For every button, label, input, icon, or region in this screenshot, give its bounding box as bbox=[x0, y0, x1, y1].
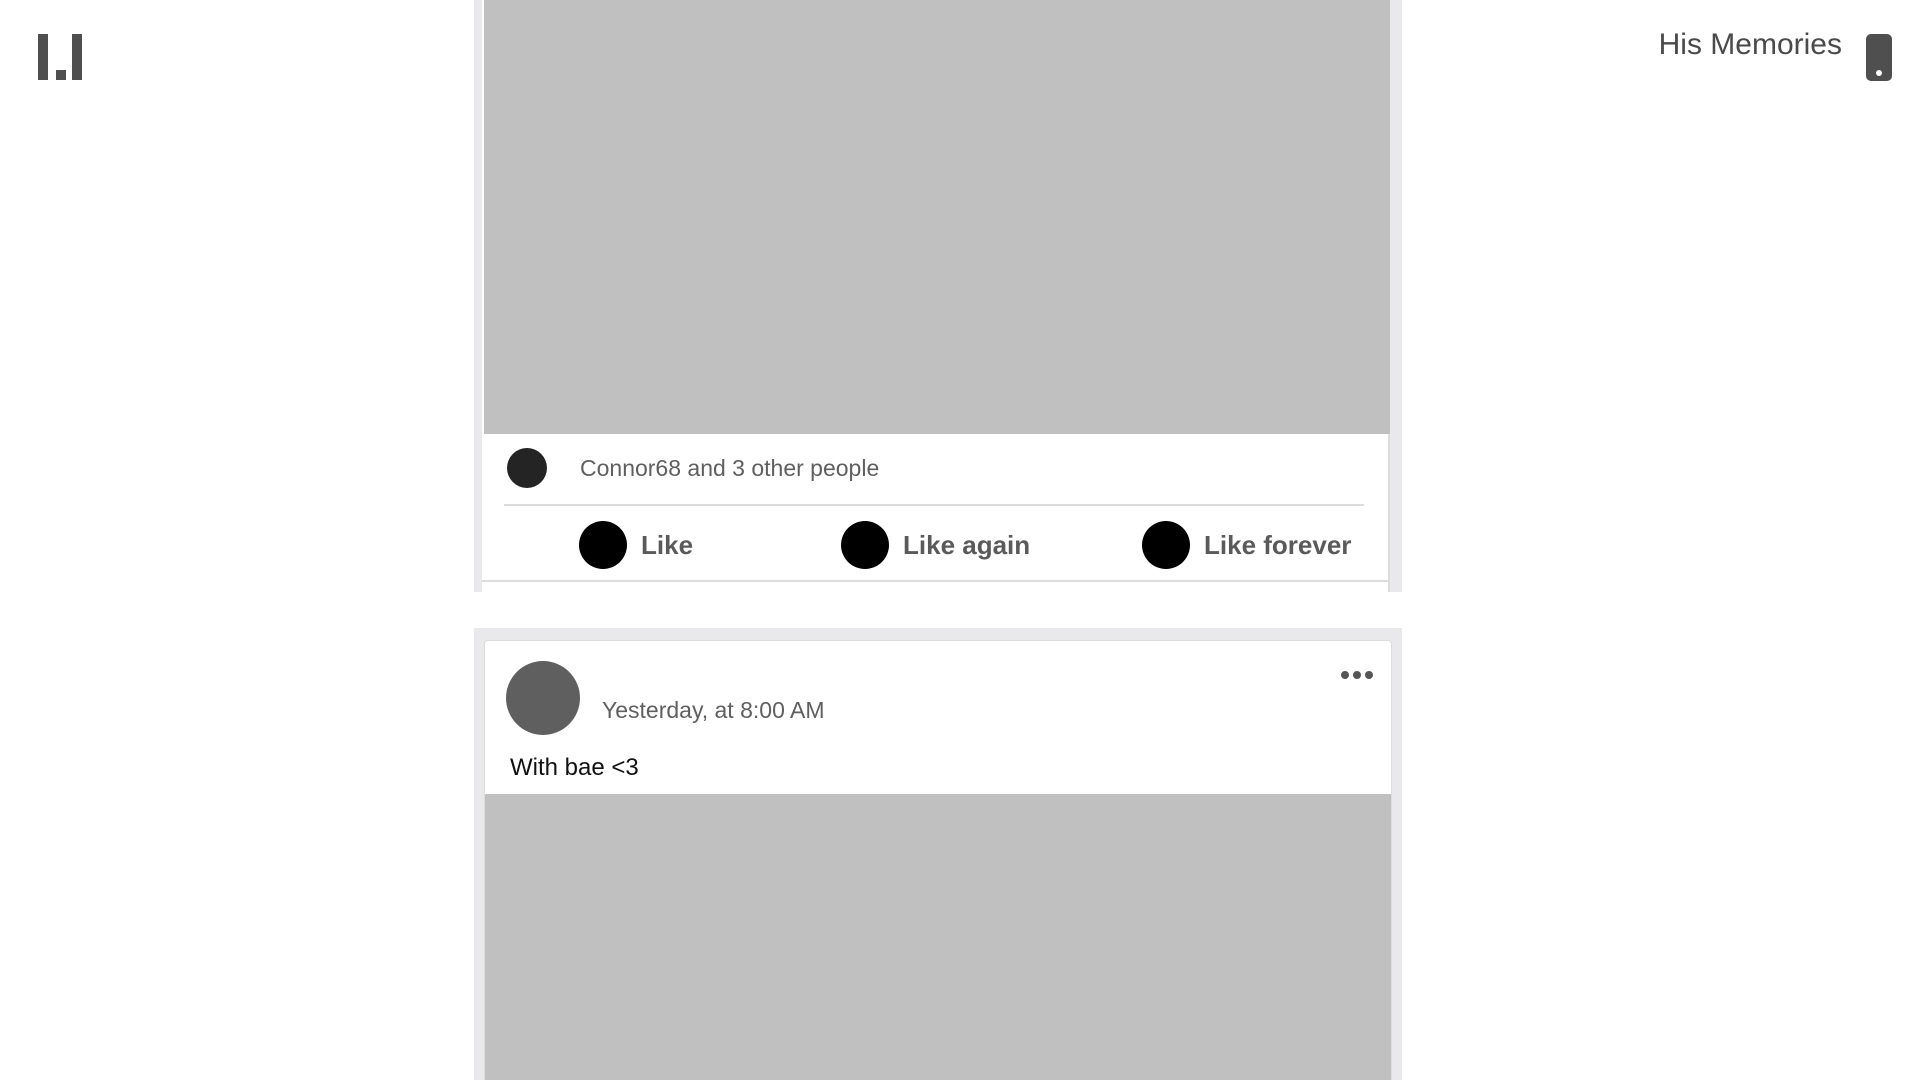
logo-dot bbox=[56, 70, 66, 80]
post-card: Connor68 and 3 other people Like Like ag… bbox=[482, 0, 1390, 592]
logo-bar bbox=[72, 34, 82, 80]
like-again-label: Like again bbox=[903, 529, 1031, 560]
circle-icon bbox=[1142, 521, 1190, 569]
post-timestamp[interactable]: Yesterday, at 8:00 AM bbox=[602, 697, 824, 724]
post-card: Yesterday, at 8:00 AM With bae <3 bbox=[484, 640, 1392, 1080]
avatar[interactable] bbox=[506, 661, 580, 735]
circle-icon bbox=[841, 521, 889, 569]
like-again-button[interactable]: Like again bbox=[841, 520, 1030, 570]
app-page: His Memories Connor68 and 3 other people… bbox=[0, 0, 1920, 1080]
post-photo[interactable] bbox=[485, 794, 1391, 1080]
phone-icon[interactable] bbox=[1866, 34, 1892, 81]
post-caption: With bae <3 bbox=[510, 754, 639, 781]
dot bbox=[1353, 671, 1361, 679]
divider bbox=[504, 504, 1364, 506]
more-options-icon[interactable] bbox=[1341, 669, 1373, 681]
dot bbox=[1341, 671, 1349, 679]
page-title: His Memories bbox=[1658, 28, 1842, 61]
logo-bar bbox=[38, 34, 48, 80]
like-forever-button[interactable]: Like forever bbox=[1142, 520, 1351, 570]
divider bbox=[482, 580, 1388, 582]
like-button[interactable]: Like bbox=[579, 520, 693, 570]
phone-icon-dot bbox=[1876, 70, 1882, 76]
post-photo[interactable] bbox=[484, 0, 1390, 434]
circle-icon bbox=[579, 521, 627, 569]
logo-icon[interactable] bbox=[38, 34, 84, 80]
like-forever-label: Like forever bbox=[1204, 529, 1352, 560]
dot bbox=[1365, 671, 1373, 679]
like-label: Like bbox=[641, 529, 694, 560]
likes-summary[interactable]: Connor68 and 3 other people bbox=[580, 455, 879, 482]
liker-avatar[interactable] bbox=[507, 448, 547, 488]
